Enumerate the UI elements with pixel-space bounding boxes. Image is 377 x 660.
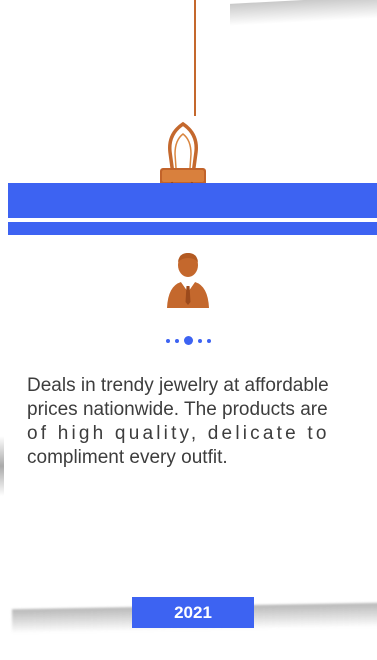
description-line: prices nationwide. The products are <box>27 399 328 420</box>
pager-dot[interactable] <box>175 338 179 343</box>
year-badge: 2021 <box>132 597 254 628</box>
description-line: compliment every outfit. <box>27 447 228 468</box>
accent-band-top <box>8 183 377 218</box>
description-line: Deals in trendy jewelry at affordable <box>27 375 329 396</box>
accent-band-bottom <box>8 222 377 235</box>
description-text: Deals in trendy jewelry at affordable pr… <box>27 374 365 470</box>
pager-dot[interactable] <box>198 338 202 343</box>
top-edge-shadow <box>230 0 377 26</box>
description-line: of high quality, delicate to <box>27 423 330 444</box>
pager-dots <box>0 336 377 345</box>
side-edge-mark <box>0 436 4 496</box>
businessman-icon <box>167 250 209 313</box>
pager-dot[interactable] <box>166 338 170 343</box>
hanging-string <box>194 0 196 116</box>
timeline-card: Deals in trendy jewelry at affordable pr… <box>0 0 377 660</box>
pager-dot-active[interactable] <box>184 336 193 345</box>
pager-dot[interactable] <box>207 338 211 343</box>
